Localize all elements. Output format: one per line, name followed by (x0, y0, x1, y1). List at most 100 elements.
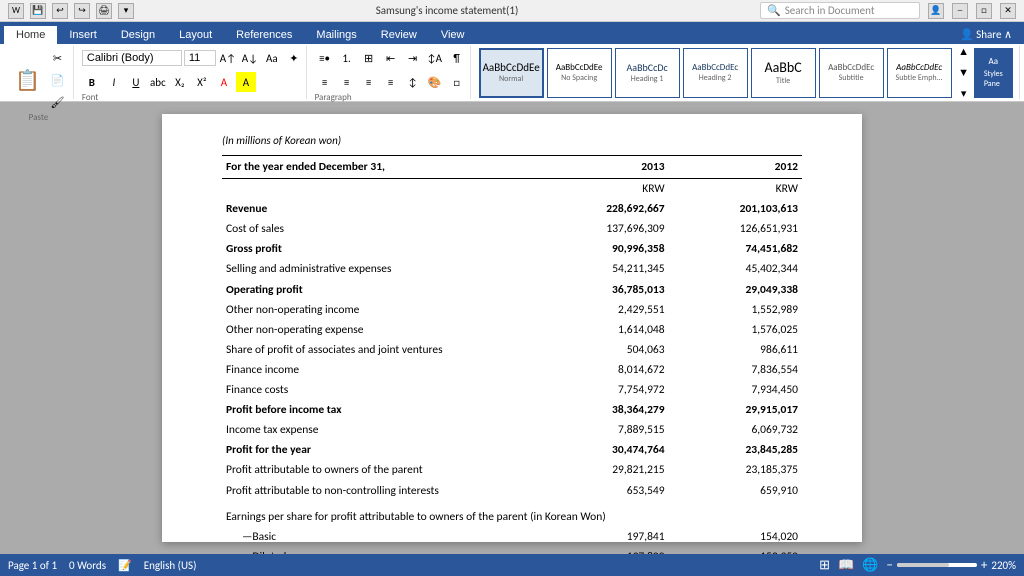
table-row: Profit attributable to non-controlling i… (222, 481, 802, 501)
tab-review[interactable]: Review (369, 26, 429, 44)
style-emph-label: Subtle Emph... (896, 73, 943, 83)
font-name-input[interactable] (82, 50, 182, 66)
print-btn[interactable]: 🖨 (96, 3, 112, 19)
word-icon[interactable]: W (8, 3, 24, 19)
table-body: Revenue 228,692,667 201,103,613 Cost of … (222, 199, 802, 500)
grow-font-button[interactable]: A↑ (218, 48, 238, 68)
style-normal[interactable]: AaBbCcDdEe Normal (479, 48, 544, 98)
style-heading2[interactable]: AaBbCcDdEc Heading 2 (683, 48, 748, 98)
align-center-button[interactable]: ≡ (337, 72, 357, 92)
shrink-font-button[interactable]: A↓ (240, 48, 260, 68)
minimize-btn[interactable]: ─ (952, 3, 968, 19)
table-row: Finance income 8,014,672 7,836,554 (222, 360, 802, 380)
page-info: Page 1 of 1 (8, 559, 57, 572)
person-icon: 👤 (960, 28, 974, 41)
italic-button[interactable]: I (104, 72, 124, 92)
tab-mailings[interactable]: Mailings (304, 26, 368, 44)
decrease-indent-button[interactable]: ⇤ (381, 48, 401, 68)
row-label-9: Finance costs (222, 380, 541, 400)
proofing-icon[interactable]: 📝 (118, 559, 132, 572)
bullets-button[interactable]: ≡• (315, 48, 335, 68)
table-row: Profit attributable to owners of the par… (222, 460, 802, 480)
tab-home[interactable]: Home (4, 26, 57, 44)
eps-body: —Basic 197,841 154,020 —Diluted 197,800 … (222, 527, 802, 554)
row-2013-4: 36,785,013 (541, 280, 669, 300)
redo-btn[interactable]: ↪ (74, 3, 90, 19)
maximize-btn[interactable]: □ (976, 3, 992, 19)
save-btn[interactable]: 💾 (30, 3, 46, 19)
subscript-button[interactable]: X₂ (170, 72, 190, 92)
shading-button[interactable]: 🎨 (425, 72, 445, 92)
style-no-spacing[interactable]: AaBbCcDdEe No Spacing (547, 48, 612, 98)
tab-insert[interactable]: Insert (57, 26, 109, 44)
search-box[interactable]: 🔍 Search in Document (760, 2, 920, 19)
read-view-btn[interactable]: 📖 (838, 558, 854, 573)
eps-row: —Diluted 197,800 153,950 (222, 547, 802, 554)
cut-button[interactable]: ✂ (47, 48, 67, 68)
show-marks-button[interactable]: ¶ (447, 48, 467, 68)
styles-pane-button[interactable]: Aa StylesPane (974, 48, 1013, 98)
customize-btn[interactable]: ▾ (118, 3, 134, 19)
zoom-in-btn[interactable]: + (981, 558, 987, 573)
style-heading1[interactable]: AaBbCcDc Heading 1 (615, 48, 680, 98)
superscript-button[interactable]: X² (192, 72, 212, 92)
zoom-out-btn[interactable]: − (886, 558, 892, 573)
format-painter-button[interactable]: 🖌 (47, 92, 67, 112)
document-page: (In millions of Korean won) For the year… (162, 114, 862, 542)
underline-button[interactable]: U (126, 72, 146, 92)
style-scroll-up[interactable]: ▲ (954, 42, 974, 62)
status-bar: Page 1 of 1 0 Words 📝 English (US) ⊞ 📖 🌐… (0, 554, 1024, 576)
style-scroll-down[interactable]: ▼ (954, 63, 974, 83)
align-left-button[interactable]: ≡ (315, 72, 335, 92)
increase-indent-button[interactable]: ⇥ (403, 48, 423, 68)
justify-button[interactable]: ≡ (381, 72, 401, 92)
paste-button[interactable]: 📋 (9, 60, 45, 100)
strikethrough-button[interactable]: abc (148, 72, 168, 92)
bold-button[interactable]: B (82, 72, 102, 92)
row-label-6: Other non-operating expense (222, 320, 541, 340)
copy-button[interactable]: 📄 (47, 70, 67, 90)
tab-layout[interactable]: Layout (167, 26, 224, 44)
row-2012-9: 7,934,450 (669, 380, 802, 400)
tab-view[interactable]: View (429, 26, 477, 44)
align-row: ≡ ≡ ≡ ≡ ↕ 🎨 □ (315, 72, 467, 92)
clear-format-button[interactable]: ✦ (284, 48, 304, 68)
word-count[interactable]: 0 Words (69, 559, 106, 572)
align-right-button[interactable]: ≡ (359, 72, 379, 92)
row-2012-0: 201,103,613 (669, 199, 802, 219)
style-no-spacing-label: No Spacing (561, 73, 597, 83)
style-subtitle[interactable]: AaBbCcDdEc Subtitle (819, 48, 884, 98)
undo-btn[interactable]: ↩ (52, 3, 68, 19)
tab-design[interactable]: Design (109, 26, 167, 44)
style-expand[interactable]: ▾ (954, 84, 974, 104)
row-2012-3: 45,402,344 (669, 259, 802, 279)
table-row: Profit for the year 30,474,764 23,845,28… (222, 440, 802, 460)
style-subtle-emph[interactable]: AaBbCcDdEc Subtle Emph... (887, 48, 952, 98)
style-title[interactable]: AaBbC Title (751, 48, 816, 98)
expand-icon: ∧ (1004, 28, 1012, 41)
line-spacing-button[interactable]: ↕ (403, 72, 423, 92)
user-icon[interactable]: 👤 (928, 3, 944, 19)
highlight-button[interactable]: A (236, 72, 256, 92)
change-case-button[interactable]: Aa (262, 48, 282, 68)
borders-button[interactable]: □ (447, 72, 467, 92)
tab-references[interactable]: References (224, 26, 304, 44)
row-label-2: Gross profit (222, 239, 541, 259)
font-color-button[interactable]: A (214, 72, 234, 92)
search-icon: 🔍 (767, 4, 781, 17)
language[interactable]: English (US) (144, 559, 197, 572)
layout-view-btn[interactable]: ⊞ (819, 558, 830, 573)
zoom-slider[interactable] (897, 563, 977, 567)
web-view-btn[interactable]: 🌐 (862, 558, 878, 573)
style-h2-label: Heading 2 (699, 73, 732, 83)
sort-button[interactable]: ↕A (425, 48, 445, 68)
font-size-input[interactable] (184, 50, 216, 66)
close-btn[interactable]: ✕ (1000, 3, 1016, 19)
list-row: ≡• 1. ⊞ ⇤ ⇥ ↕A ¶ (315, 48, 467, 68)
numbering-button[interactable]: 1. (337, 48, 357, 68)
header-label-cell: For the year ended December 31, (222, 156, 541, 179)
row-2013-14: 653,549 (541, 481, 669, 501)
row-2012-1: 126,651,931 (669, 219, 802, 239)
style-title-preview: AaBbC (764, 59, 801, 76)
multilevel-button[interactable]: ⊞ (359, 48, 379, 68)
